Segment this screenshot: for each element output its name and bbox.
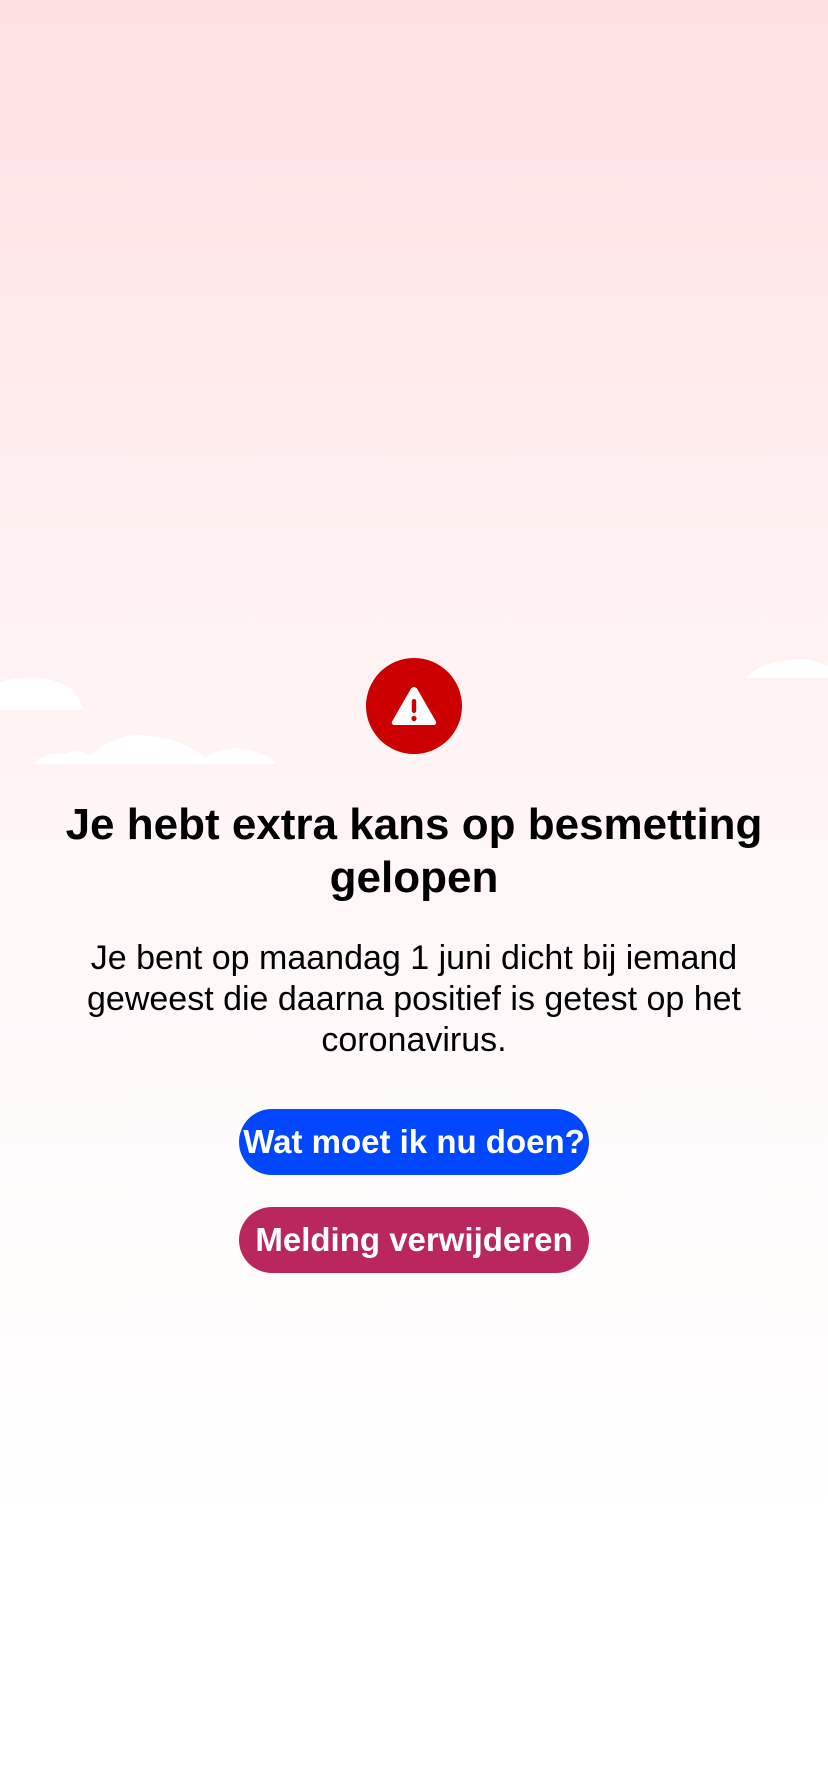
notification-title: Je hebt extra kans op besmetting gelopen	[65, 800, 763, 902]
remove-notification-button[interactable]: Melding verwijderen	[239, 1207, 589, 1273]
cloud-left-lower	[34, 734, 276, 764]
notification-body: Je bent op maandag 1 juni dicht bij iema…	[87, 939, 741, 1059]
cloud-right	[746, 658, 828, 678]
what-to-do-button[interactable]: Wat moet ik nu doen?	[239, 1109, 589, 1175]
warning-icon	[391, 687, 437, 725]
cloud-left	[0, 677, 84, 710]
warning-badge	[366, 658, 462, 754]
